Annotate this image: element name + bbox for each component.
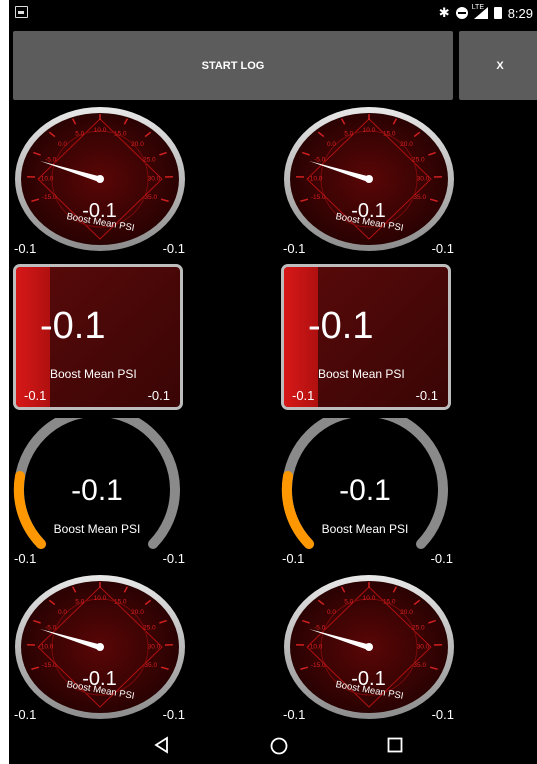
gauge-label: Boost Mean PSI: [50, 367, 137, 381]
dial-tick-label: 0.0: [58, 609, 67, 616]
close-button[interactable]: X: [459, 31, 537, 100]
home-icon[interactable]: [269, 736, 289, 756]
dial-tick-label: -10.0: [39, 643, 54, 650]
app-screen: ✱ LTE 8:29 START LOG X -15.0 -10.0 -5.0 0.0…: [9, 0, 537, 764]
dial-tick-label: 5.0: [75, 131, 84, 138]
start-log-button[interactable]: START LOG: [13, 31, 453, 100]
dial-tick-label: 20.0: [131, 609, 144, 616]
dial-tick-label: 15.0: [114, 599, 127, 606]
dial-tick-label: -5.0: [45, 157, 57, 164]
dial-tick-label: 5.0: [344, 131, 353, 138]
dial-tick-label: -10.0: [39, 175, 54, 182]
dial-tick-label: -10.0: [308, 175, 323, 182]
gauge-min: -0.1: [283, 707, 306, 722]
dial-tick-label: 20.0: [400, 609, 413, 616]
gauge-max: -0.1: [431, 707, 454, 722]
gauge-min: -0.1: [14, 551, 37, 566]
bar-gauge-2[interactable]: -0.1 Boost Mean PSI -0.1 -0.1: [281, 264, 456, 410]
dial-hub: [365, 175, 373, 183]
dial-gauge-2[interactable]: -15.0 -10.0 -5.0 0.0 5.0 10.0 15.0 20.0 25.0 30.0…: [281, 106, 456, 258]
signal-icon: LTE: [471, 4, 488, 19]
dial-gauge-1[interactable]: -15.0 -10.0 -5.0 0.0 5.0 10.0 15.0 20.0 25.0 30.0…: [12, 106, 187, 258]
dial-tick-label: 10.0: [94, 127, 107, 134]
back-icon[interactable]: [153, 736, 169, 754]
gauge-label: Boost Mean PSI: [318, 367, 405, 381]
dial-tick-label: -5.0: [314, 157, 326, 164]
gauge-min: -0.1: [24, 388, 47, 403]
gauge-max: -0.1: [430, 551, 453, 566]
dial-tick-label: 20.0: [400, 141, 413, 148]
bar-frame: -0.1 Boost Mean PSI -0.1 -0.1: [13, 264, 183, 410]
dial-tick-label: 15.0: [383, 599, 396, 606]
dial-tick-label: 0.0: [327, 141, 336, 148]
dial-tick-label: 15.0: [383, 131, 396, 138]
dial-tick-label: -5.0: [45, 625, 57, 632]
navigation-bar: [9, 728, 537, 764]
dial-hub: [365, 643, 373, 651]
gauge-max: -0.1: [415, 388, 438, 403]
gauge-min: -0.1: [292, 388, 315, 403]
dial-hub: [96, 643, 104, 651]
dial-hub: [96, 175, 104, 183]
battery-icon: [493, 7, 502, 19]
gauge-label: Boost Mean PSI: [53, 522, 141, 536]
gauge-value: -0.1: [82, 668, 117, 690]
dial-tick-label: 25.0: [143, 625, 156, 632]
dial-tick-label: 10.0: [363, 127, 376, 134]
dial-face: -15.0-10.0-5.00.05.010.015.020.025.030.0…: [284, 107, 454, 251]
gauge-min: -0.1: [282, 551, 305, 566]
bar-frame: -0.1 Boost Mean PSI -0.1 -0.1: [281, 264, 451, 410]
dial-tick-label: 30.0: [148, 175, 161, 182]
gauge-max: -0.1: [162, 241, 185, 256]
gauge-value: -0.1: [339, 474, 391, 507]
dial-tick-label: 0.0: [327, 609, 336, 616]
arc-gauge-1[interactable]: -0.1 Boost Mean PSI -0.1 -0.1: [12, 418, 187, 570]
dial-tick-label: 25.0: [412, 625, 425, 632]
bluetooth-icon: ✱: [438, 5, 450, 20]
gauge-min: -0.1: [283, 241, 306, 256]
clock: 8:29: [507, 5, 533, 21]
gauge-min: -0.1: [14, 241, 37, 256]
dial-tick-label: 0.0: [58, 141, 67, 148]
recents-icon[interactable]: [386, 736, 404, 754]
do-not-disturb-icon: [455, 7, 468, 19]
gauge-label: Boost Mean PSI: [321, 522, 409, 536]
gauge-min: -0.1: [14, 707, 37, 722]
dial-tick-label: -10.0: [308, 643, 323, 650]
gauge-value: -0.1: [308, 305, 374, 347]
image-icon: [15, 6, 28, 18]
gauge-value: -0.1: [351, 200, 386, 222]
status-bar: ✱ LTE 8:29: [9, 0, 537, 28]
dial-tick-label: 5.0: [344, 599, 353, 606]
gauge-max: -0.1: [147, 388, 170, 403]
dial-gauge-3[interactable]: -15.0 -10.0 -5.0 0.0 5.0 10.0 15.0 20.0 25.0 30.0…: [12, 574, 187, 726]
dial-tick-label: 5.0: [75, 599, 84, 606]
dial-tick-label: 30.0: [417, 175, 430, 182]
gauge-value: -0.1: [40, 305, 106, 347]
dial-face: -15.0-10.0-5.00.05.010.015.020.025.030.0…: [284, 575, 454, 719]
gauge-max: -0.1: [162, 551, 185, 566]
network-type: LTE: [471, 4, 485, 11]
arc-gauge-2[interactable]: -0.1 Boost Mean PSI -0.1 -0.1: [280, 418, 455, 570]
dial-tick-label: 20.0: [131, 141, 144, 148]
gauge-value: -0.1: [82, 200, 117, 222]
dial-tick-label: 10.0: [94, 595, 107, 602]
gauge-value: -0.1: [71, 474, 123, 507]
dial-tick-label: 15.0: [114, 131, 127, 138]
dial-tick-label: 25.0: [412, 157, 425, 164]
bar-gauge-1[interactable]: -0.1 Boost Mean PSI -0.1 -0.1: [13, 264, 188, 410]
dial-tick-label: 30.0: [148, 643, 161, 650]
gauge-max: -0.1: [431, 241, 454, 256]
dial-gauge-4[interactable]: -15.0 -10.0 -5.0 0.0 5.0 10.0 15.0 20.0 25.0 30.0…: [281, 574, 456, 726]
dial-tick-label: 10.0: [363, 595, 376, 602]
gauge-max: -0.1: [162, 707, 185, 722]
dial-tick-label: 30.0: [417, 643, 430, 650]
dial-tick-label: 25.0: [143, 157, 156, 164]
dial-face: -15.0-10.0-5.00.05.010.015.020.025.030.0…: [15, 575, 185, 719]
gauge-value: -0.1: [351, 668, 386, 690]
dial-face: -15.0-10.0-5.00.05.010.015.020.025.030.0…: [15, 107, 185, 251]
dial-tick-label: -5.0: [314, 625, 326, 632]
